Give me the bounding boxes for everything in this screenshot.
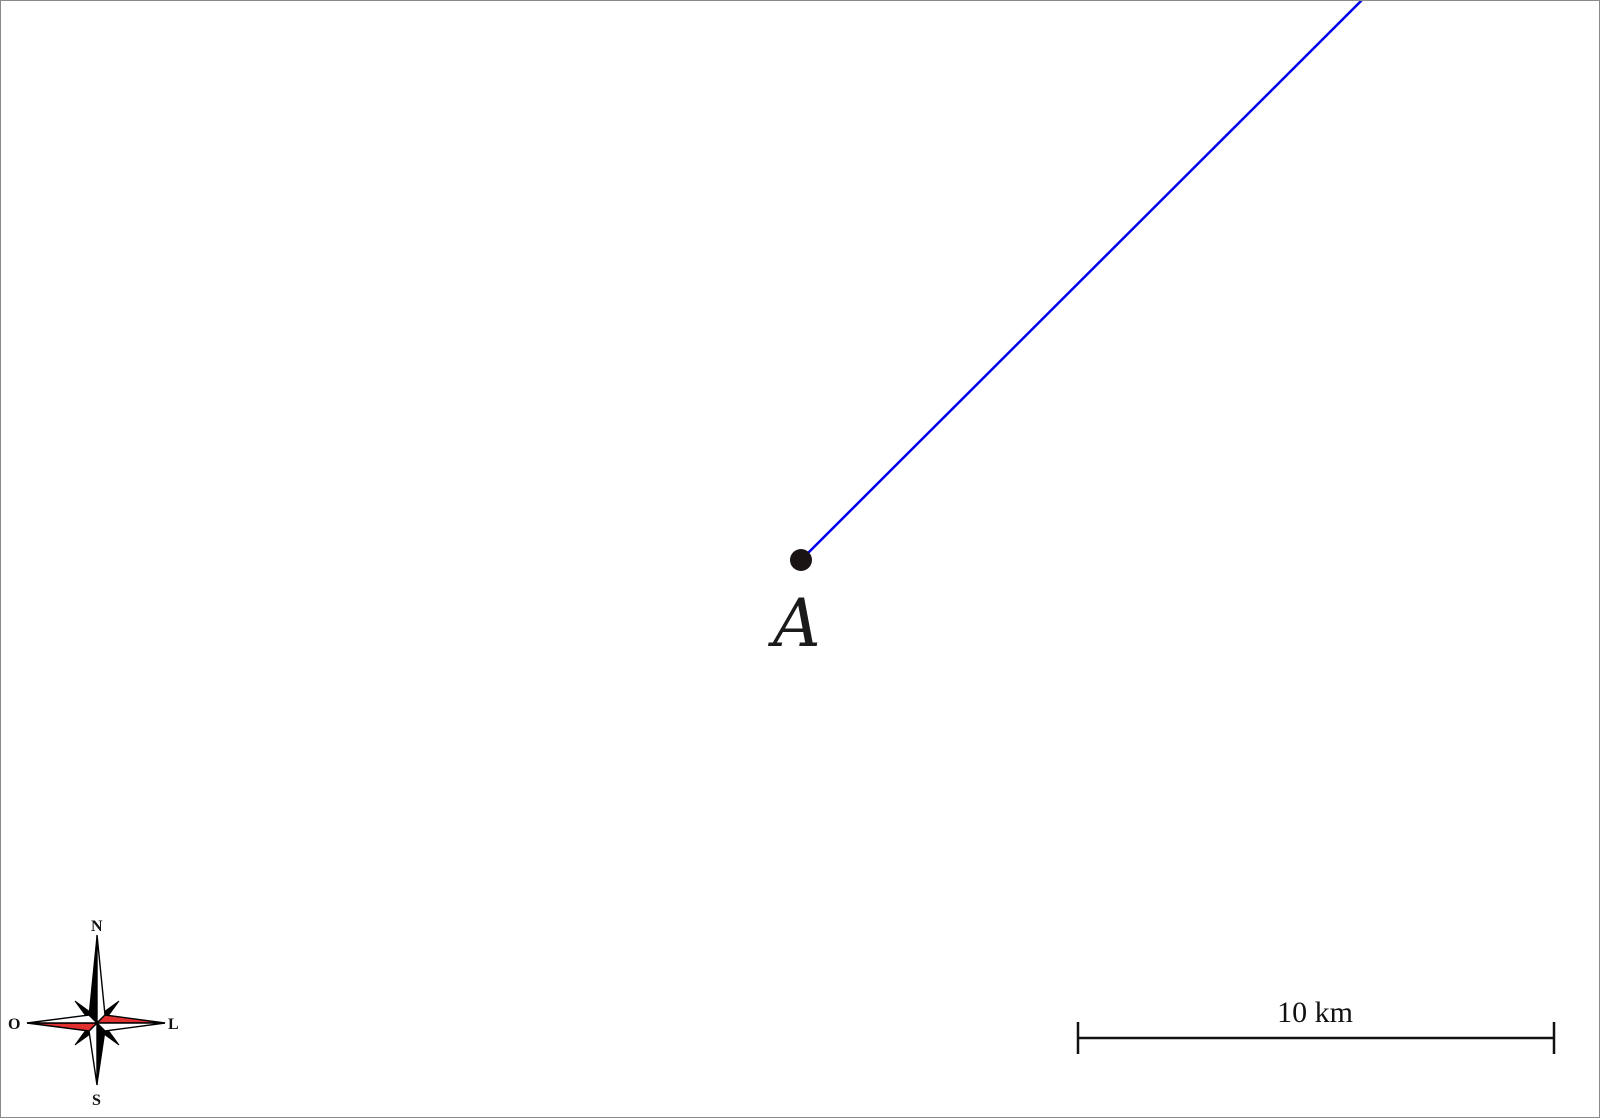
compass-west-bottom <box>26 1022 99 1032</box>
compass-east-label: L <box>168 1016 179 1033</box>
map-canvas: A N S L O 10 km <box>0 0 1600 1118</box>
point-A-label: A <box>767 585 821 662</box>
compass-east-top <box>95 1014 166 1024</box>
compass-north-right <box>96 934 106 1025</box>
point-A[interactable] <box>790 549 812 571</box>
ray-from-A <box>799 1 1363 562</box>
compass-west-label: O <box>8 1016 20 1033</box>
scale-bar: 10 km <box>1076 996 1556 1054</box>
compass-rose-icon: N S L O <box>8 918 179 1109</box>
compass-east-bottom <box>95 1022 166 1032</box>
compass-west-top <box>26 1014 99 1024</box>
compass-north-left <box>88 934 98 1025</box>
compass-south-label: S <box>92 1092 101 1109</box>
compass-south-right <box>96 1021 106 1086</box>
compass-north-label: N <box>91 918 103 935</box>
diagram-svg: A N S L O 10 km <box>8 1 1556 1109</box>
compass-south-left <box>88 1021 98 1086</box>
scale-bar-label: 10 km <box>1277 996 1353 1029</box>
